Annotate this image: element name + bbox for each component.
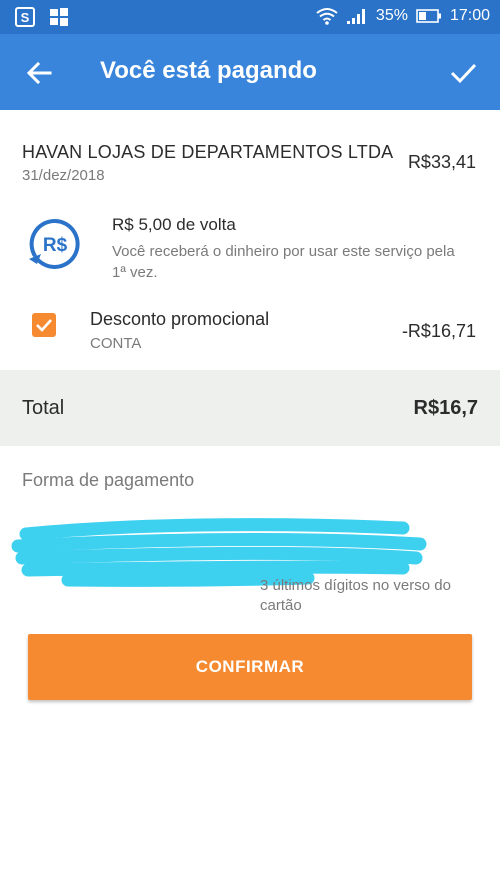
status-system-icons: 35% 17:00: [316, 6, 490, 26]
promo-source: CONTA: [90, 335, 142, 352]
cvv-hint: 3 últimos dígitos no verso do cartão: [260, 577, 451, 614]
battery-icon: [416, 9, 441, 23]
svg-text:S: S: [21, 10, 30, 25]
page-title: Você está pagando: [100, 57, 317, 84]
transaction-date: 31/dez/2018: [22, 167, 105, 184]
promo-checkbox[interactable]: [32, 313, 56, 337]
battery-percent: 35%: [375, 7, 408, 24]
merchant-amount: R$33,41: [407, 152, 476, 172]
app-s-icon: S: [15, 7, 35, 27]
check-icon: [450, 63, 477, 84]
promo-label: Desconto promocional: [90, 309, 270, 329]
merchant-name: HAVAN LOJAS DE DEPARTAMENTOS LTDA: [22, 142, 394, 162]
confirm-check-button[interactable]: [446, 56, 480, 90]
windows-icon: [50, 8, 68, 26]
total-row: Total R$16,7: [0, 370, 500, 446]
cashback-description: Você receberá o dinheiro por usar este s…: [112, 243, 455, 281]
signal-icon: [346, 9, 365, 24]
cashback-icon: R$: [29, 218, 80, 269]
app-bar: Você está pagando: [0, 34, 500, 110]
status-bar: S 35% 17:00: [0, 0, 500, 34]
status-time: 17:00: [449, 7, 490, 24]
payment-method-header: Forma de pagamento: [22, 470, 195, 490]
confirm-button[interactable]: CONFIRMAR: [28, 634, 472, 700]
wifi-icon: [316, 8, 338, 25]
status-notification-icons: S: [14, 6, 70, 28]
total-label: Total: [22, 397, 65, 419]
cashback-icon-label: R$: [43, 235, 68, 256]
check-icon: [36, 319, 52, 332]
total-value: R$16,7: [413, 397, 479, 419]
arrow-left-icon: [26, 61, 52, 85]
cashback-title: R$ 5,00 de volta: [112, 215, 236, 234]
promo-amount: -R$16,71: [401, 321, 476, 341]
back-button[interactable]: [22, 56, 56, 90]
